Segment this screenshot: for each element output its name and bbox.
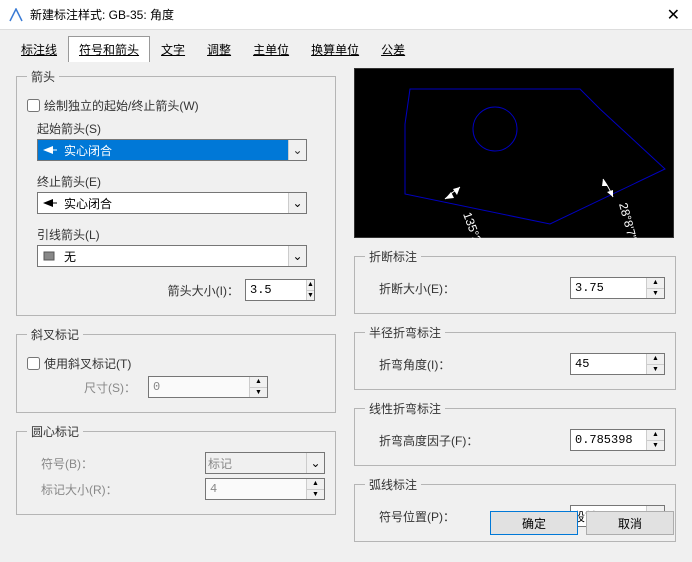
spin-down-icon[interactable]: ▼ [307,291,314,301]
use-slash-input[interactable] [27,357,40,370]
ok-button[interactable]: 确定 [490,511,578,535]
cancel-button[interactable]: 取消 [586,511,674,535]
separate-arrows-input[interactable] [27,99,40,112]
center-size-input [206,479,306,499]
end-arrow-select[interactable]: 实心闭合 ⌄ [37,192,307,214]
dialog-buttons: 确定 取消 [490,511,674,535]
tab-text[interactable]: 文字 [150,36,196,62]
spin-down-icon[interactable]: ▼ [647,441,664,451]
arrowhead-group: 箭头 绘制独立的起始/终止箭头(W) 起始箭头(S) 实心闭合 ⌄ 终止箭头(E… [16,68,336,316]
linejog-legend: 线性折弯标注 [365,400,445,417]
linejog-factor-label: 折弯高度因子(F)： [365,432,570,449]
tab-fit[interactable]: 调整 [196,36,242,62]
leader-arrow-select[interactable]: 无 ⌄ [37,245,307,267]
end-arrow-value: 实心闭合 [62,195,288,212]
arrow-size-input[interactable] [246,280,306,300]
spin-up-icon[interactable]: ▲ [307,280,314,291]
window-title: 新建标注样式: GB-35: 角度 [30,6,663,23]
spin-up-icon[interactable]: ▲ [647,278,664,289]
preview-pane: 135°27' 28°8'7" [354,68,674,238]
tab-symbols-arrows[interactable]: 符号和箭头 [68,36,150,62]
use-slash-label: 使用斜叉标记(T) [44,355,131,372]
spin-up-icon: ▲ [307,479,324,490]
tab-dimlines[interactable]: 标注线 [10,36,68,62]
radjog-angle-spinner[interactable]: ▲▼ [570,353,665,375]
linejog-factor-spinner[interactable]: ▲▼ [570,429,665,451]
arrow-size-spinner[interactable]: ▲▼ [245,279,315,301]
slash-group: 斜叉标记 使用斜叉标记(T) 尺寸(S)： ▲▼ [16,326,336,413]
separate-arrows-checkbox[interactable]: 绘制独立的起始/终止箭头(W) [27,97,325,114]
svg-text:135°27': 135°27' [460,210,487,239]
linejog-group: 线性折弯标注 折弯高度因子(F)： ▲▼ [354,400,676,466]
leader-arrow-label: 引线箭头(L) [37,226,325,243]
chevron-down-icon[interactable]: ⌄ [288,140,306,160]
spin-up-icon[interactable]: ▲ [647,354,664,365]
arc-legend: 弧线标注 [365,476,421,493]
radjog-legend: 半径折弯标注 [365,324,445,341]
titlebar: 新建标注样式: GB-35: 角度 ✕ [0,0,692,30]
center-symbol-value: 标记 [206,455,306,472]
close-icon[interactable]: ✕ [663,5,684,25]
chevron-down-icon[interactable]: ⌄ [288,193,306,213]
break-size-label: 折断大小(E)： [365,280,570,297]
arrow-filled-icon [42,142,58,158]
app-icon [8,7,24,23]
spin-up-icon[interactable]: ▲ [647,430,664,441]
slash-size-label: 尺寸(S)： [84,379,136,396]
spin-down-icon: ▼ [250,388,267,398]
arrow-size-label: 箭头大小(I)： [168,282,239,299]
tab-tolerance[interactable]: 公差 [370,36,416,62]
center-legend: 圆心标记 [27,423,83,440]
slash-size-input [149,377,249,397]
chevron-down-icon[interactable]: ⌄ [288,246,306,266]
spin-up-icon: ▲ [250,377,267,388]
center-size-label: 标记大小(R)： [27,481,205,498]
center-symbol-select: 标记 ⌄ [205,452,325,474]
arrow-filled-icon [42,195,58,211]
slash-size-spinner: ▲▼ [148,376,268,398]
break-size-spinner[interactable]: ▲▼ [570,277,665,299]
tab-alt-units[interactable]: 换算单位 [300,36,370,62]
tab-primary-units[interactable]: 主单位 [242,36,300,62]
none-icon [42,248,58,264]
break-size-input[interactable] [571,278,646,298]
use-slash-checkbox[interactable]: 使用斜叉标记(T) [27,355,325,372]
slash-legend: 斜叉标记 [27,326,83,343]
break-group: 折断标注 折断大小(E)： ▲▼ [354,248,676,314]
start-arrow-label: 起始箭头(S) [37,120,325,137]
radjog-group: 半径折弯标注 折弯角度(I)： ▲▼ [354,324,676,390]
end-arrow-label: 终止箭头(E) [37,173,325,190]
start-arrow-value: 实心闭合 [62,142,288,159]
center-group: 圆心标记 符号(B)： 标记 ⌄ 标记大小(R)： ▲▼ [16,423,336,515]
separate-arrows-label: 绘制独立的起始/终止箭头(W) [44,97,199,114]
arrowhead-legend: 箭头 [27,68,59,85]
spin-down-icon[interactable]: ▼ [647,289,664,299]
start-arrow-select[interactable]: 实心闭合 ⌄ [37,139,307,161]
spin-down-icon: ▼ [307,490,324,500]
linejog-factor-input[interactable] [571,430,646,450]
leader-arrow-value: 无 [62,248,288,265]
radjog-angle-label: 折弯角度(I)： [365,356,570,373]
break-legend: 折断标注 [365,248,421,265]
tab-bar: 标注线 符号和箭头 文字 调整 主单位 换算单位 公差 [0,30,692,62]
spin-down-icon[interactable]: ▼ [647,365,664,375]
center-size-spinner: ▲▼ [205,478,325,500]
radjog-angle-input[interactable] [571,354,646,374]
svg-text:28°8'7": 28°8'7" [616,201,639,239]
chevron-down-icon: ⌄ [306,453,324,473]
center-symbol-label: 符号(B)： [27,455,205,472]
